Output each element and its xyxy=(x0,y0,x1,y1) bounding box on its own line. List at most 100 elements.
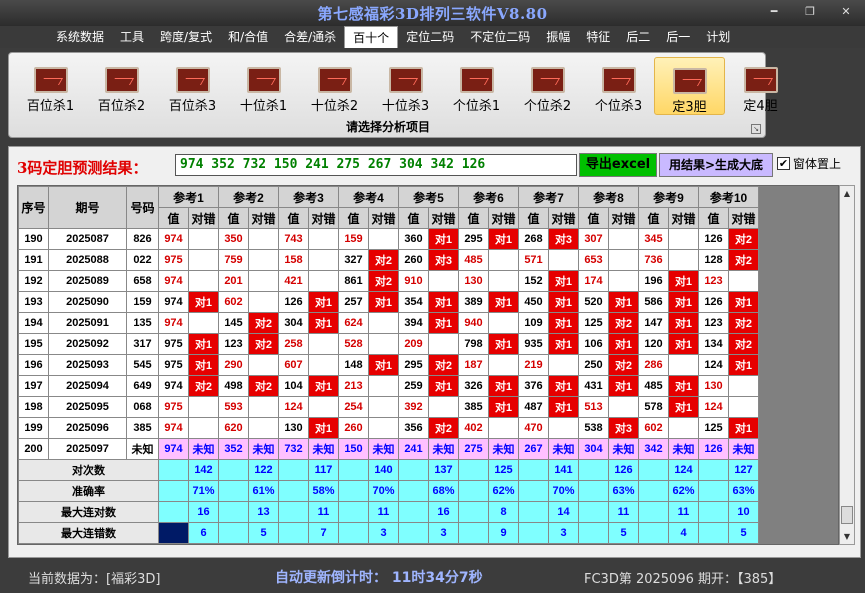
cell-value: 304 xyxy=(278,312,309,334)
menu-item[interactable]: 特征 xyxy=(578,26,618,48)
menu-item[interactable]: 和/合值 xyxy=(220,26,276,48)
ribbon-button[interactable]: 百位杀3 xyxy=(157,57,228,115)
scroll-down-icon[interactable]: ▼ xyxy=(840,529,854,544)
cell-value: 798 xyxy=(458,333,489,355)
cell-value: 259 xyxy=(398,375,429,397)
table-row[interactable]: 193 2025090 159 974 对1 602 126 对1 257 对1 354 对1 389 对… xyxy=(18,291,759,313)
cell-mark xyxy=(368,333,399,355)
cell-mark: 对1 xyxy=(608,291,639,313)
table-row[interactable]: 198 2025095 068 975 593 124 254 392 385 对1 487 对1 51… xyxy=(18,396,759,418)
ribbon-button[interactable]: 定3胆 xyxy=(654,57,725,115)
generate-base-button[interactable]: 用结果>生成大底 xyxy=(659,153,773,177)
stat-value: 11 xyxy=(608,501,639,523)
ribbon-button[interactable]: 百位杀1 xyxy=(15,57,86,115)
cell-mark: 对1 xyxy=(308,417,339,439)
stat-blank xyxy=(278,459,309,481)
cell-mark xyxy=(308,396,339,418)
table-row[interactable]: 194 2025091 135 974 145 对2 304 对1 624 394 对1 940 109… xyxy=(18,312,759,334)
cell-mark xyxy=(608,396,639,418)
ribbon-launcher-icon[interactable]: ↘ xyxy=(751,124,761,134)
topmost-checkbox[interactable]: ✔ 窗体置上 xyxy=(777,155,841,172)
menu-item[interactable]: 跨度/复式 xyxy=(152,26,220,48)
ribbon-button[interactable]: 个位杀2 xyxy=(512,57,583,115)
table-row[interactable]: 197 2025094 649 974 对2 498 对2 104 对1 213 259 对1 326 对… xyxy=(18,375,759,397)
cell-value: 389 xyxy=(458,291,489,313)
menu-item[interactable]: 系统数据 xyxy=(48,26,112,48)
cell-number: 159 xyxy=(126,291,159,313)
export-excel-button[interactable]: 导出excel xyxy=(579,153,657,177)
table-row[interactable]: 195 2025092 317 975 对1 123 对2 258 528 209 798 对1 935… xyxy=(18,333,759,355)
table-row[interactable]: 192 2025089 658 974 201 421 861 对2 910 130 152 对1 17… xyxy=(18,270,759,292)
menu-item[interactable]: 定位二码 xyxy=(398,26,462,48)
subheader-mark: 对错 xyxy=(368,207,399,229)
cell-value: 586 xyxy=(638,291,669,313)
menu-item[interactable]: 振幅 xyxy=(538,26,578,48)
table-row[interactable]: 199 2025096 385 974 620 130 对1 260 356 对2 402 470 53… xyxy=(18,417,759,439)
menu-item[interactable]: 不定位二码 xyxy=(462,26,538,48)
table-row[interactable]: 190 2025087 826 974 350 743 159 360 对1 295 对1 268 对3… xyxy=(18,228,759,250)
result-field[interactable]: 974 352 732 150 241 275 267 304 342 126 xyxy=(175,154,577,176)
cell-value: 653 xyxy=(578,249,609,271)
cell-mark: 对1 xyxy=(668,375,699,397)
stat-label: 准确率 xyxy=(18,480,159,502)
cell-mark: 对2 xyxy=(428,417,459,439)
main-panel: 3码定胆预测结果： 974 352 732 150 241 275 267 30… xyxy=(8,146,861,558)
close-icon[interactable]: ✕ xyxy=(833,4,859,20)
stat-blank xyxy=(578,522,609,544)
cell-value: 342 xyxy=(638,438,669,460)
table-row[interactable]: 191 2025088 022 975 759 158 327 对2 260 对3 485 571 65… xyxy=(18,249,759,271)
cell-mark xyxy=(488,312,519,334)
ribbon-button[interactable]: 十位杀1 xyxy=(228,57,299,115)
cell-seq: 191 xyxy=(18,249,49,271)
cell-value: 431 xyxy=(578,375,609,397)
stat-value: 63% xyxy=(608,480,639,502)
ribbon-button[interactable]: 定4胆 xyxy=(725,57,796,115)
cell-seq: 198 xyxy=(18,396,49,418)
cell-period: 2025093 xyxy=(48,354,127,376)
cell-mark xyxy=(248,291,279,313)
scroll-up-icon[interactable]: ▲ xyxy=(840,186,854,201)
ribbon-button[interactable]: 十位杀3 xyxy=(370,57,441,115)
cell-mark: 对1 xyxy=(728,417,759,439)
menu-item[interactable]: 后二 xyxy=(618,26,658,48)
stat-value: 6 xyxy=(188,522,219,544)
cell-mark xyxy=(248,270,279,292)
menu-item[interactable]: 百十个 xyxy=(344,26,399,48)
cell-value: 268 xyxy=(518,228,549,250)
cell-mark xyxy=(308,354,339,376)
cell-value: 861 xyxy=(338,270,369,292)
cell-mark: 对1 xyxy=(668,333,699,355)
scroll-thumb[interactable] xyxy=(841,506,853,524)
cell-number: 317 xyxy=(126,333,159,355)
ribbon-button[interactable]: 十位杀2 xyxy=(299,57,370,115)
menu-item[interactable]: 计划 xyxy=(698,26,738,48)
maximize-icon[interactable]: ❐ xyxy=(797,4,823,20)
cell-value: 975 xyxy=(158,249,189,271)
cell-mark xyxy=(188,249,219,271)
checkbox-check-icon[interactable]: ✔ xyxy=(777,157,790,170)
ribbon-button[interactable]: 个位杀3 xyxy=(583,57,654,115)
cell-mark xyxy=(248,417,279,439)
minimize-icon[interactable]: ━ xyxy=(761,4,787,20)
ribbon-button[interactable]: 百位杀2 xyxy=(86,57,157,115)
cell-mark: 对1 xyxy=(368,354,399,376)
stat-blank xyxy=(218,501,249,523)
cell-value: 145 xyxy=(218,312,249,334)
cell-value: 174 xyxy=(578,270,609,292)
cell-value: 974 xyxy=(158,417,189,439)
vertical-scrollbar[interactable]: ▲ ▼ xyxy=(839,185,855,545)
cell-value: 104 xyxy=(278,375,309,397)
menu-item[interactable]: 合差/通杀 xyxy=(276,26,344,48)
cell-mark xyxy=(188,270,219,292)
subheader-value: 值 xyxy=(458,207,489,229)
menu-item[interactable]: 工具 xyxy=(112,26,152,48)
cell-value: 126 xyxy=(698,291,729,313)
menu-item[interactable]: 后一 xyxy=(658,26,698,48)
ribbon-button[interactable]: 个位杀1 xyxy=(441,57,512,115)
prediction-row[interactable]: 200 2025097 未知 974 未知 352 未知 732 未知 150 未知 241 未知 275… xyxy=(18,438,759,460)
cell-mark: 对2 xyxy=(728,228,759,250)
stat-value: 68% xyxy=(428,480,459,502)
stat-blank xyxy=(398,522,429,544)
cell-mark xyxy=(728,375,759,397)
table-row[interactable]: 196 2025093 545 975 对1 290 607 148 对1 295 对2 187 219… xyxy=(18,354,759,376)
